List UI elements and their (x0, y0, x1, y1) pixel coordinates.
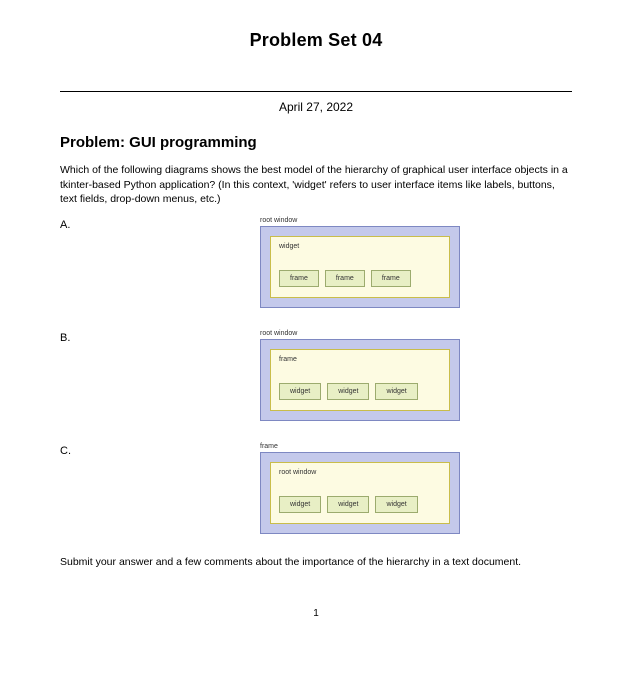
option-b-mid-box: frame widget widget widget (270, 349, 450, 411)
option-c-diagram: frame root window widget widget widget (260, 443, 460, 534)
option-a-inner-2: frame (325, 270, 365, 287)
option-a-outer-label: root window (260, 217, 460, 224)
date-line: April 27, 2022 (60, 100, 572, 114)
option-a-inner-1: frame (279, 270, 319, 287)
option-c-inner-1: widget (279, 496, 321, 513)
submit-instruction: Submit your answer and a few comments ab… (60, 556, 572, 568)
option-b-inner-3: widget (375, 383, 417, 400)
option-a-letter: A. (60, 217, 260, 231)
option-b-outer-label: root window (260, 330, 460, 337)
option-c-inner-2: widget (327, 496, 369, 513)
option-b-diagram: root window frame widget widget widget (260, 330, 460, 421)
option-a-mid-box: widget frame frame frame (270, 236, 450, 298)
option-b-inner-1: widget (279, 383, 321, 400)
page-number: 1 (60, 608, 572, 619)
option-b-inner-row: widget widget widget (279, 383, 441, 400)
option-c: C. frame root window widget widget widge… (60, 443, 572, 534)
option-b-outer-box: frame widget widget widget (260, 339, 460, 421)
question-text: Which of the following diagrams shows th… (60, 163, 572, 207)
option-c-mid-label: root window (279, 469, 441, 476)
option-b-mid-label: frame (279, 356, 441, 363)
option-a-diagram: root window widget frame frame frame (260, 217, 460, 308)
divider-top (60, 91, 572, 92)
option-b: B. root window frame widget widget widge… (60, 330, 572, 421)
option-b-letter: B. (60, 330, 260, 344)
option-c-outer-box: root window widget widget widget (260, 452, 460, 534)
option-c-mid-box: root window widget widget widget (270, 462, 450, 524)
option-c-inner-3: widget (375, 496, 417, 513)
problem-heading: Problem: GUI programming (60, 134, 572, 151)
option-b-inner-2: widget (327, 383, 369, 400)
option-a-outer-box: widget frame frame frame (260, 226, 460, 308)
option-a: A. root window widget frame frame frame (60, 217, 572, 308)
option-a-inner-3: frame (371, 270, 411, 287)
option-a-inner-row: frame frame frame (279, 270, 441, 287)
option-c-inner-row: widget widget widget (279, 496, 441, 513)
page-title: Problem Set 04 (60, 30, 572, 51)
document-page: Problem Set 04 April 27, 2022 Problem: G… (0, 0, 632, 639)
option-c-letter: C. (60, 443, 260, 457)
option-c-outer-label: frame (260, 443, 460, 450)
option-a-mid-label: widget (279, 243, 441, 250)
